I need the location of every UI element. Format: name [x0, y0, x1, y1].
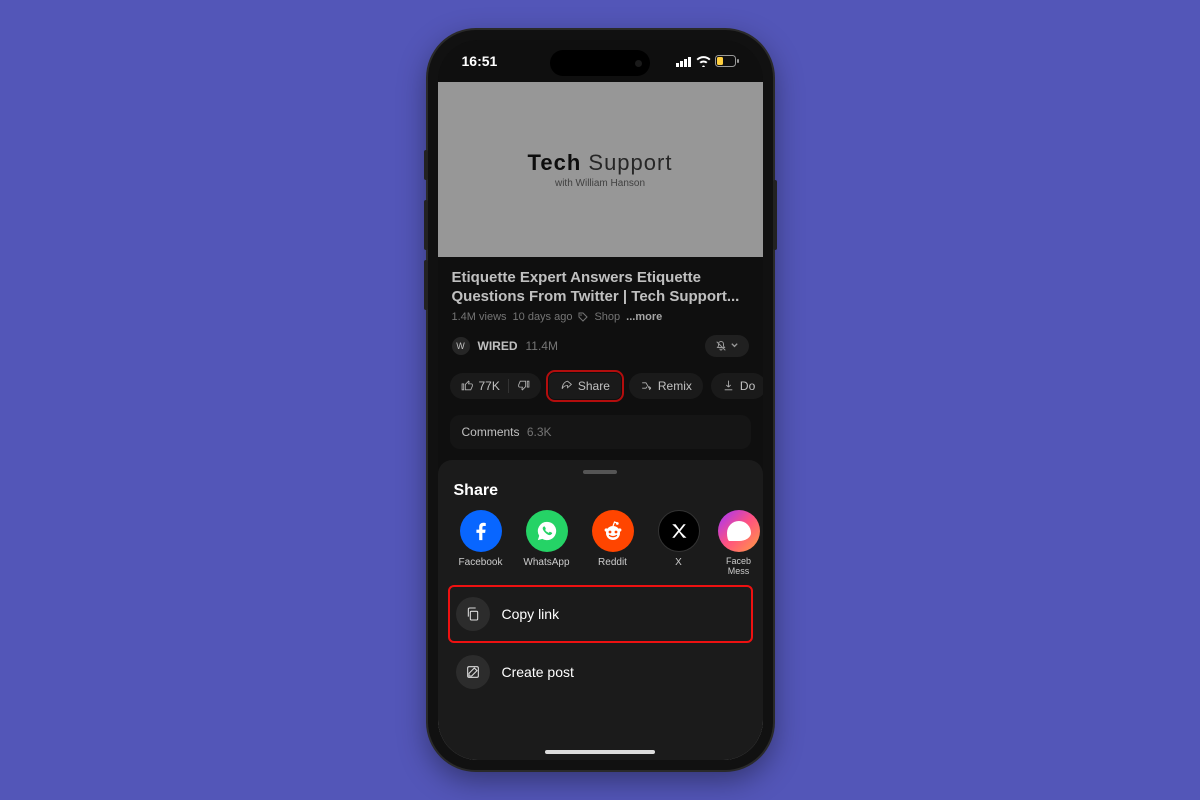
- status-indicators: [676, 55, 739, 67]
- phone-frame: 16:51 Tech Support with William Hanson E…: [428, 30, 773, 770]
- thumb-title: Tech Support: [528, 150, 673, 176]
- x-icon: [658, 510, 700, 552]
- share-whatsapp[interactable]: WhatsApp: [516, 510, 578, 577]
- battery-icon: [715, 55, 739, 67]
- sheet-title: Share: [438, 482, 763, 510]
- like-button[interactable]: 77K: [450, 373, 541, 399]
- download-button[interactable]: Do: [711, 373, 763, 399]
- sheet-handle[interactable]: [583, 470, 617, 474]
- channel-name: WIRED: [478, 339, 518, 353]
- status-time: 16:51: [462, 53, 498, 69]
- channel-subs: 11.4M: [526, 339, 558, 353]
- power-button: [773, 180, 777, 250]
- phone-screen: 16:51 Tech Support with William Hanson E…: [438, 40, 763, 760]
- comments-card[interactable]: Comments 6.3K: [450, 415, 751, 449]
- messenger-icon: [718, 510, 760, 552]
- create-post-label: Create post: [502, 664, 574, 680]
- wifi-icon: [696, 56, 711, 67]
- dynamic-island: [550, 50, 650, 76]
- volume-up: [424, 200, 428, 250]
- home-indicator[interactable]: [545, 750, 655, 754]
- copy-link-label: Copy link: [502, 606, 560, 622]
- remix-icon: [640, 379, 653, 392]
- share-apps-row: Facebook WhatsApp Reddit: [438, 510, 763, 577]
- video-age: 10 days ago: [513, 311, 573, 323]
- cellular-icon: [676, 56, 692, 67]
- chevron-down-icon: [730, 341, 739, 350]
- whatsapp-icon: [526, 510, 568, 552]
- bell-off-icon: [715, 340, 727, 352]
- channel-avatar: W: [452, 337, 470, 355]
- sheet-actions: Copy link Create post: [438, 577, 763, 699]
- video-meta: 1.4M views 10 days ago Shop ...more: [438, 311, 763, 323]
- copy-link-action[interactable]: Copy link: [450, 587, 751, 641]
- action-row: 77K Share Remix Do: [438, 369, 763, 403]
- notify-button[interactable]: [705, 335, 749, 357]
- share-facebook[interactable]: Facebook: [450, 510, 512, 577]
- shop-label[interactable]: Shop: [594, 311, 620, 323]
- copy-icon: [456, 597, 490, 631]
- video-thumbnail[interactable]: Tech Support with William Hanson: [438, 82, 763, 257]
- share-sheet: Share Facebook WhatsApp: [438, 460, 763, 760]
- more-toggle[interactable]: ...more: [626, 311, 662, 323]
- reddit-icon: [592, 510, 634, 552]
- create-post-icon: [456, 655, 490, 689]
- channel-row[interactable]: W WIRED 11.4M: [438, 323, 763, 369]
- comments-label: Comments: [462, 425, 520, 439]
- mute-switch: [424, 150, 428, 180]
- view-count: 1.4M views: [452, 311, 507, 323]
- share-x[interactable]: X: [648, 510, 710, 577]
- thumbs-up-icon: [461, 379, 474, 392]
- volume-down: [424, 260, 428, 310]
- share-messenger[interactable]: FacebMess: [714, 510, 763, 577]
- remix-button[interactable]: Remix: [629, 373, 703, 399]
- video-title[interactable]: Etiquette Expert Answers Etiquette Quest…: [438, 257, 763, 311]
- tag-icon: [578, 312, 588, 322]
- share-button[interactable]: Share: [549, 373, 621, 399]
- create-post-action[interactable]: Create post: [452, 645, 749, 699]
- thumb-byline: with William Hanson: [555, 178, 645, 189]
- thumbs-down-icon: [517, 379, 530, 392]
- comments-count: 6.3K: [527, 425, 552, 439]
- share-reddit[interactable]: Reddit: [582, 510, 644, 577]
- download-icon: [722, 379, 735, 392]
- facebook-icon: [460, 510, 502, 552]
- share-icon: [560, 379, 573, 392]
